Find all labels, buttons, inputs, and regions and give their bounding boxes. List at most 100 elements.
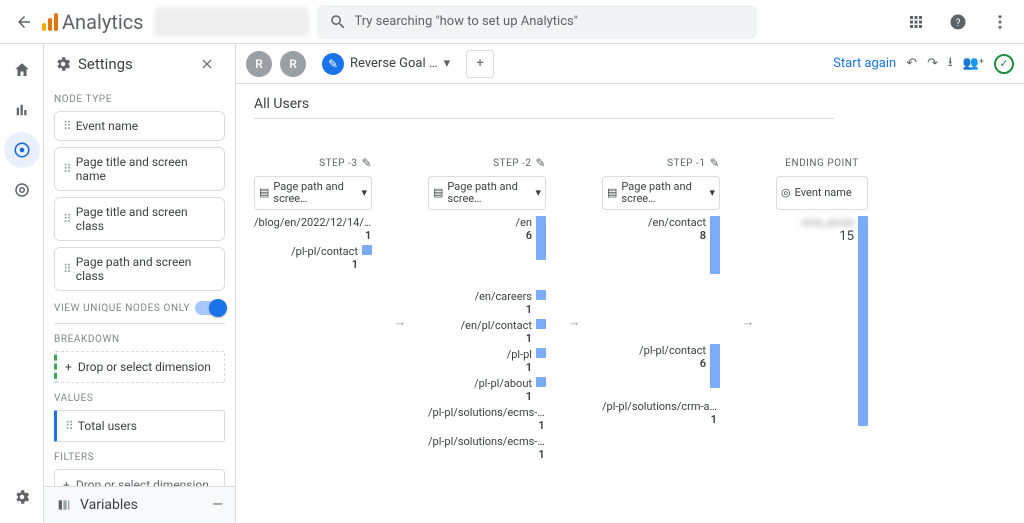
variables-tab[interactable]: Variables — (44, 486, 235, 523)
columns-icon (56, 497, 72, 513)
drag-icon: ⠿ (63, 212, 70, 226)
minimize-icon[interactable]: — (212, 497, 223, 513)
unique-nodes-label: VIEW UNIQUE NODES ONLY (54, 303, 190, 314)
path-node[interactable]: /en/contact8 (602, 216, 720, 274)
step-col-minus2: STEP -2✎ ▤Page path and scree…▾ /en6 /en… (428, 154, 546, 461)
node-type-option[interactable]: ⠿Page path and screen class (54, 247, 225, 291)
edit-step-icon[interactable]: ✎ (709, 156, 720, 170)
step-dimension[interactable]: ▤Page path and scree…▾ (428, 176, 546, 210)
values-label: VALUES (54, 393, 225, 404)
gear-icon (13, 488, 31, 506)
filters-label: FILTERS (54, 452, 225, 463)
redo-icon[interactable]: ↷ (927, 56, 938, 71)
path-node[interactable]: /en6 (428, 216, 546, 260)
node-type-option[interactable]: ⠿Page title and screen name (54, 147, 225, 191)
ending-point-col: ENDING POINT ◎Event name cms_envio 15 (776, 154, 868, 461)
step-dimension[interactable]: ▤Page path and scree…▾ (602, 176, 720, 210)
current-tab[interactable]: ✎ Reverse Goal … ▾ (314, 49, 458, 79)
nav-home[interactable] (4, 52, 40, 88)
filters-drop[interactable]: +Drop or select dimension or metric (54, 469, 225, 486)
edit-step-icon[interactable]: ✎ (535, 156, 546, 170)
nav-admin[interactable] (4, 479, 40, 515)
undo-icon[interactable]: ↶ (906, 56, 917, 71)
property-selector[interactable] (154, 7, 309, 37)
values-item[interactable]: ⠿Total users (54, 410, 225, 442)
chevron-down-icon: ▾ (444, 56, 451, 71)
path-node[interactable]: /pl-pl/contact1 (254, 245, 372, 271)
path-node[interactable]: /pl-pl/solutions/ecms-…1 (428, 435, 546, 461)
edit-step-icon[interactable]: ✎ (361, 156, 372, 170)
status-ok-icon: ✓ (994, 54, 1014, 74)
close-icon (200, 57, 214, 71)
nav-advertising[interactable] (4, 172, 40, 208)
step-dimension[interactable]: ▤Page path and scree…▾ (254, 176, 372, 210)
node-type-option[interactable]: ⠿Event name (54, 111, 225, 141)
page-icon: ▤ (259, 187, 269, 199)
tab-chip[interactable]: R (280, 51, 306, 77)
gear-icon (54, 55, 72, 73)
step-col-minus1: STEP -1✎ ▤Page path and scree…▾ /en/cont… (602, 154, 720, 461)
tabs-bar: R R ✎ Reverse Goal … ▾ + Start again ↶ ↷… (236, 44, 1024, 84)
search-placeholder: Try searching "how to set up Analytics" (355, 14, 578, 29)
nav-reports[interactable] (4, 92, 40, 128)
add-tab-button[interactable]: + (466, 50, 494, 78)
home-icon (13, 61, 31, 79)
path-node[interactable]: /en/careers1 (428, 290, 546, 316)
analytics-logo (42, 13, 58, 31)
drag-icon: ⠿ (63, 119, 70, 133)
path-node[interactable]: /pl-pl/about1 (428, 377, 546, 403)
more-button[interactable] (982, 4, 1018, 40)
start-again-link[interactable]: Start again (833, 56, 896, 71)
step-dimension[interactable]: ◎Event name (776, 176, 868, 210)
page-icon: ▤ (607, 187, 617, 199)
path-node[interactable]: /blog/en/2022/12/14/…1 (254, 216, 372, 242)
path-node[interactable]: /pl-pl/solutions/crm-a…1 (602, 400, 720, 426)
nav-rail (0, 44, 44, 523)
chevron-down-icon: ▾ (361, 187, 367, 199)
explore-icon (13, 141, 31, 159)
breakdown-drop[interactable]: +Drop or select dimension (54, 351, 225, 383)
unique-nodes-toggle[interactable] (195, 301, 225, 315)
chevron-down-icon: ▾ (535, 187, 541, 199)
drag-icon: ⠿ (65, 419, 72, 433)
node-type-option[interactable]: ⠿Page title and screen class (54, 197, 225, 241)
nav-explore[interactable] (4, 132, 40, 168)
path-node[interactable]: /pl-pl/solutions/ecms-…1 (428, 406, 546, 432)
arrow-right-icon: → (566, 182, 582, 461)
reports-icon (13, 101, 31, 119)
edit-icon: ✎ (322, 53, 344, 75)
path-node[interactable]: /pl-pl1 (428, 348, 546, 374)
apps-icon (907, 13, 925, 31)
page-icon: ▤ (433, 187, 443, 199)
target-icon (13, 181, 31, 199)
tab-chip[interactable]: R (246, 51, 272, 77)
back-button[interactable] (6, 4, 42, 40)
plus-icon: + (65, 360, 72, 374)
search-icon (329, 13, 347, 31)
event-icon: ◎ (781, 187, 791, 199)
search-box[interactable]: Try searching "how to set up Analytics" (317, 5, 757, 39)
svg-text:?: ? (956, 17, 961, 28)
node-type-label: NODE TYPE (54, 94, 225, 105)
audience-label[interactable]: All Users (254, 96, 834, 119)
settings-close[interactable] (189, 46, 225, 82)
path-node[interactable]: /en/pl/contact1 (428, 319, 546, 345)
breakdown-label: BREAKDOWN (54, 334, 225, 345)
download-icon[interactable]: ⭳ (948, 53, 953, 75)
chevron-down-icon: ▾ (709, 187, 715, 199)
brand-title: Analytics (62, 10, 144, 34)
help-button[interactable]: ? (940, 4, 976, 40)
path-exploration: STEP -3✎ ▤Page path and scree…▾ /blog/en… (254, 154, 1024, 461)
drag-icon: ⠿ (63, 262, 70, 276)
arrow-right-icon: → (740, 182, 756, 461)
share-icon[interactable]: 👥⁺ (963, 56, 984, 71)
path-node[interactable]: /pl-pl/contact6 (602, 344, 720, 388)
more-vert-icon (991, 13, 1009, 31)
arrow-left-icon (15, 13, 33, 31)
apps-button[interactable] (898, 4, 934, 40)
step-col-minus3: STEP -3✎ ▤Page path and scree…▾ /blog/en… (254, 154, 372, 461)
plus-icon: + (63, 478, 70, 486)
settings-title: Settings (78, 55, 133, 73)
ending-node[interactable]: cms_envio 15 (776, 216, 868, 426)
settings-panel: Settings NODE TYPE ⠿Event name ⠿Page tit… (44, 44, 236, 523)
